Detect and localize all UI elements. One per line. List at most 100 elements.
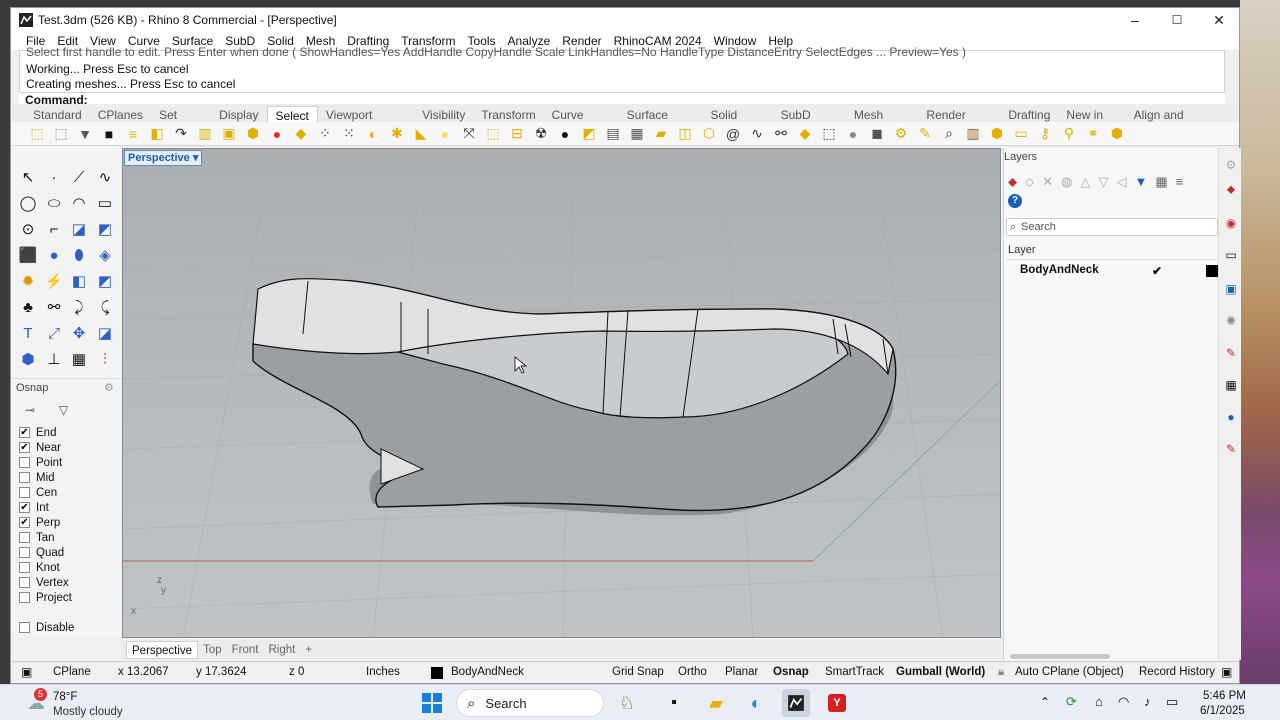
scale-icon[interactable]: ⤢	[43, 322, 65, 344]
select-color-icon[interactable]: ●	[267, 124, 287, 144]
move-out-icon[interactable]: ◁	[1116, 174, 1126, 190]
array-icon[interactable]: ▦	[68, 348, 90, 370]
temperature[interactable]: 78°F	[53, 691, 77, 703]
osnap-tan[interactable]: Tan	[19, 530, 55, 545]
delete-layer-icon[interactable]: ✕	[1042, 174, 1053, 190]
mesh-icon[interactable]: ◈	[94, 244, 116, 266]
trim-icon[interactable]: ⤸	[68, 296, 90, 318]
gear-icon[interactable]: ⚙	[104, 381, 114, 394]
select-highlight-icon[interactable]: ●	[435, 124, 455, 144]
select-lights-icon[interactable]: ◐	[363, 124, 383, 144]
select-gear-icon[interactable]: ⚙	[891, 124, 911, 144]
loft-icon[interactable]: ◩	[94, 218, 116, 240]
record-history-toggle[interactable]: Record History	[1139, 666, 1215, 678]
libraries-tab-icon[interactable]: ✎	[1223, 442, 1239, 458]
sun-tab-icon[interactable]: ✺	[1223, 314, 1239, 330]
select-chain-icon[interactable]: ↷	[171, 124, 191, 144]
select-brush-icon[interactable]: ✎	[915, 124, 935, 144]
smarttrack-toggle[interactable]: SmartTrack	[825, 666, 884, 678]
box-icon[interactable]: ⬛	[17, 244, 39, 266]
battery-icon[interactable]: ▭	[1166, 694, 1178, 710]
select-group-icon[interactable]: ▦	[627, 124, 647, 144]
select-grips-icon[interactable]: ⁙	[339, 124, 359, 144]
osnap-toggle[interactable]: Osnap	[773, 666, 809, 678]
help-icon[interactable]: ?	[1008, 194, 1022, 208]
tab-top[interactable]: Top	[198, 641, 227, 659]
select-blocks-icon[interactable]: ▣	[219, 124, 239, 144]
mirror-icon[interactable]: ◪	[94, 322, 116, 344]
select-last-icon[interactable]: ■	[99, 124, 119, 144]
gear-tool-icon[interactable]: ✹	[17, 270, 39, 292]
select-curves-icon[interactable]: ≡	[123, 124, 143, 144]
osnap-cen[interactable]: Cen	[19, 485, 57, 500]
maximize-button[interactable]: ☐	[1156, 8, 1198, 32]
cplane-toggle-icon[interactable]: ▣	[21, 665, 32, 679]
select-pointclouds-icon[interactable]: ⁘	[315, 124, 335, 144]
horizontal-scrollbar[interactable]	[1010, 654, 1110, 659]
fillet-edge-icon[interactable]: ◩	[94, 270, 116, 292]
osnap-int[interactable]: ✔ Int	[19, 500, 49, 515]
osnap-end[interactable]: ✔ End	[19, 425, 56, 440]
select-brep-icon[interactable]: ☢	[531, 124, 551, 144]
cplane-label[interactable]: CPlane	[53, 666, 91, 678]
select-points-icon[interactable]: ▥	[195, 124, 215, 144]
select-hatch-icon[interactable]: ▰	[651, 124, 671, 144]
select-solid-icon[interactable]: ⬢	[1107, 124, 1127, 144]
clock-date[interactable]: 6/1/2025	[1200, 705, 1245, 717]
layer-color-swatch[interactable]	[431, 667, 443, 679]
select-open-icon[interactable]: ◣	[411, 124, 431, 144]
task-view-icon[interactable]: ▪	[660, 689, 688, 717]
arc-icon[interactable]: ◠	[68, 192, 90, 214]
units[interactable]: Inches	[366, 666, 400, 678]
select-isocurve-icon[interactable]: ∿	[747, 124, 767, 144]
wifi-icon[interactable]: ◠	[1118, 694, 1129, 710]
select-crossing-icon[interactable]: ⤧	[459, 124, 479, 144]
table-icon[interactable]: ▦	[1155, 174, 1167, 190]
rectangle-icon[interactable]: ▭	[94, 192, 116, 214]
rendering-tab-icon[interactable]: ▣	[1223, 282, 1239, 298]
move-up-icon[interactable]: △	[1080, 174, 1090, 190]
move-icon[interactable]: ✥	[68, 322, 90, 344]
join-icon[interactable]: ⚯	[43, 296, 65, 318]
select-swirl-icon[interactable]: @	[723, 124, 743, 144]
fillet-icon[interactable]: ⊙	[17, 218, 39, 240]
color-wheel-icon[interactable]: ◉	[1223, 216, 1239, 232]
planar-toggle[interactable]: Planar	[725, 666, 758, 678]
osnap-disable[interactable]: Disable	[19, 620, 74, 635]
select-subd-icon[interactable]: ⬡	[699, 124, 719, 144]
weather-text[interactable]: Mostly cloudy	[53, 706, 123, 718]
cylinder-icon[interactable]: ⬮	[68, 244, 90, 266]
perspective-viewport[interactable]: z y x Perspective ▾	[122, 148, 1001, 638]
move-down-icon[interactable]: ▽	[1098, 174, 1108, 190]
filter-icon[interactable]: ▼	[1134, 174, 1147, 190]
select-dups-icon[interactable]: ⊟	[507, 124, 527, 144]
layer-row[interactable]: BodyAndNeck ✔	[1006, 264, 1218, 280]
select-links-icon[interactable]: ⚯	[771, 124, 791, 144]
select-surfaces-icon[interactable]: ◧	[147, 124, 167, 144]
file-explorer-icon[interactable]: ▰	[702, 689, 730, 717]
widget-app-icon[interactable]: ♘	[612, 689, 642, 717]
new-layer-icon[interactable]: ⬥	[1008, 174, 1017, 190]
osnap-perp[interactable]: ✔ Perp	[19, 515, 60, 530]
taskbar-search[interactable]: ⌕ Search	[456, 689, 604, 717]
gear-icon[interactable]: ⚙	[1223, 158, 1239, 174]
tab-front[interactable]: Front	[227, 641, 264, 659]
select-none-icon[interactable]: ⬚	[51, 124, 71, 144]
gumball-toggle[interactable]: Gumball (World)	[896, 666, 985, 678]
osnap-mid[interactable]: Mid	[19, 470, 55, 485]
select-boundary-icon[interactable]: ⬚	[819, 124, 839, 144]
layer-color-swatch[interactable]	[1206, 265, 1218, 277]
select-small-icon[interactable]: ◆	[795, 124, 815, 144]
block-icon[interactable]: ⬢	[17, 348, 39, 370]
grid-snap-toggle[interactable]: Grid Snap	[612, 666, 664, 678]
ortho-toggle[interactable]: Ortho	[678, 666, 707, 678]
extend-icon[interactable]: ⤹	[94, 296, 116, 318]
select-fence-icon[interactable]: ▥	[963, 124, 983, 144]
select-layer-icon[interactable]: ▤	[603, 124, 623, 144]
viewport-title[interactable]: Perspective ▾	[124, 150, 203, 166]
chevron-up-icon[interactable]: ⌃	[1040, 695, 1050, 709]
select-dims-icon[interactable]: ◫	[675, 124, 695, 144]
osnap-near[interactable]: ✔ Near	[19, 440, 61, 455]
sphere-icon[interactable]: ●	[43, 244, 65, 266]
osnap-disable-all-icon[interactable]: ⊸	[25, 403, 35, 417]
